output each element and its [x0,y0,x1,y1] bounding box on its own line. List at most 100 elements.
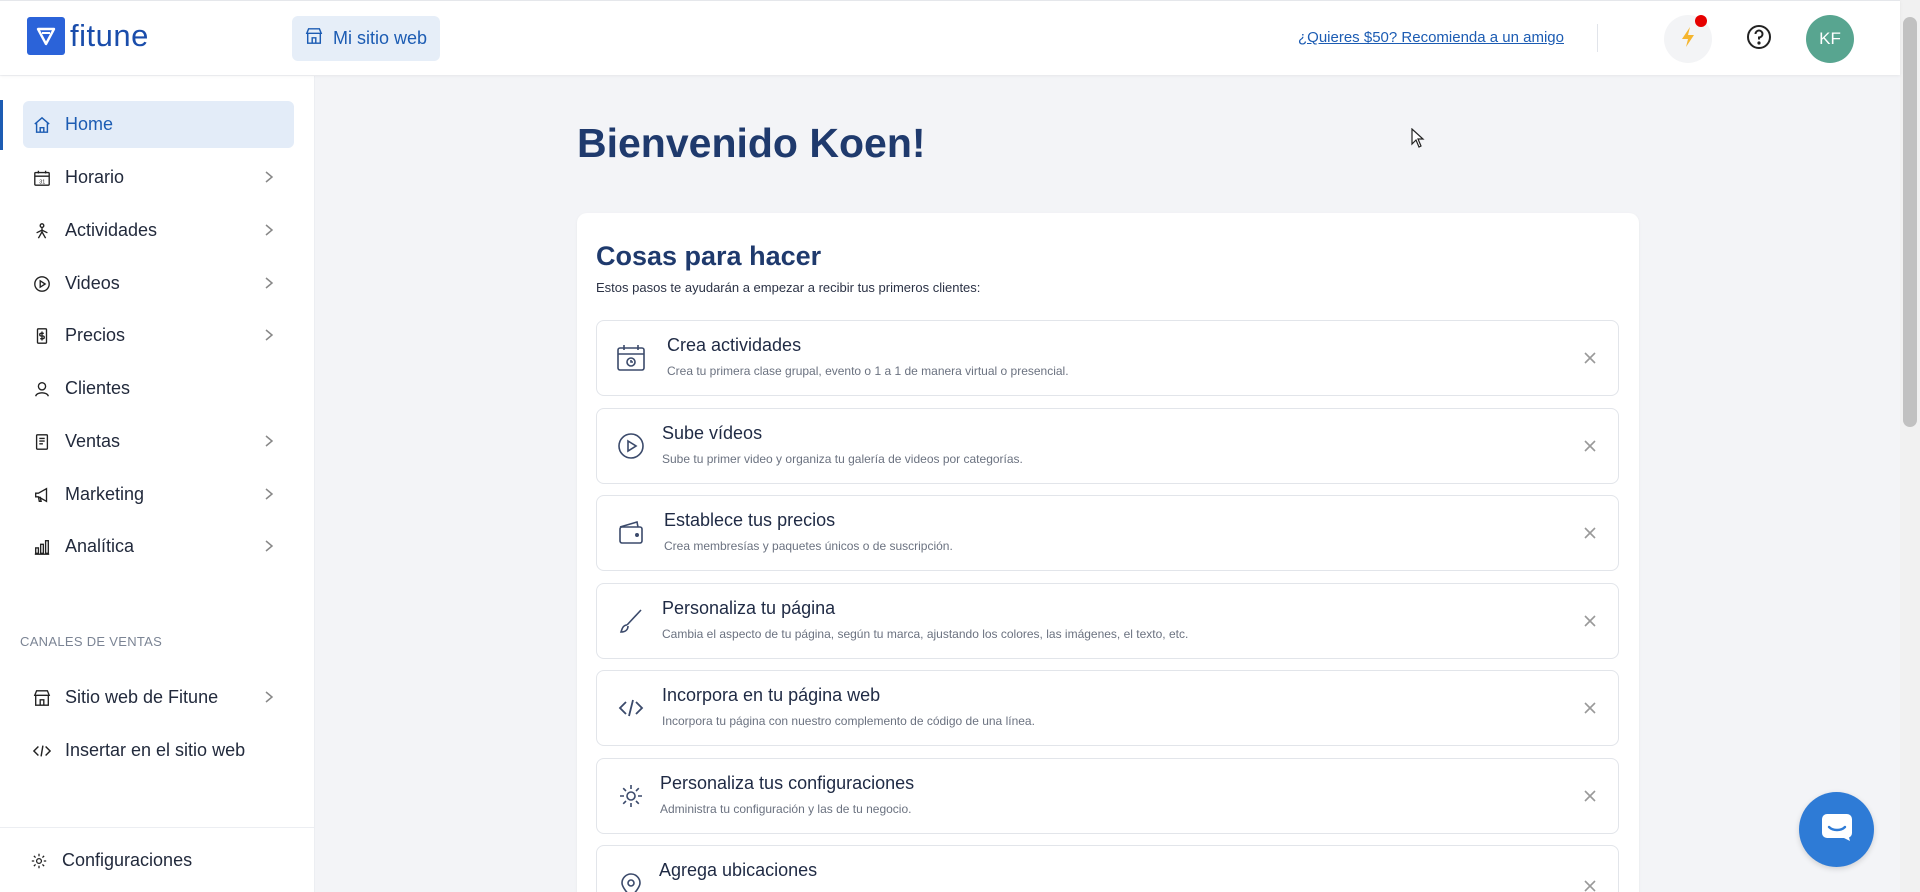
help-button[interactable] [1735,15,1783,63]
sidebar-item-label: Horario [65,167,125,187]
sidebar-item-videos[interactable]: Videos [23,260,294,307]
sidebar-item-precios[interactable]: Precios [23,312,294,359]
close-icon[interactable] [1580,876,1600,892]
close-icon[interactable] [1580,611,1600,631]
gear-icon [29,851,49,871]
sidebar-item-fitune-website[interactable]: Sitio web de Fitune [23,674,294,721]
my-site-button[interactable]: Mi sitio web [292,16,441,61]
task-description: Crea tu primera clase grupal, evento o 1… [667,364,1069,378]
task-description: Crea membresías y paquetes únicos o de s… [664,539,953,553]
sidebar-item-actividades[interactable]: Actividades [23,207,294,254]
sidebar-item-label: Sitio web de Fitune [65,687,219,707]
sidebar-item-embed[interactable]: Insertar en el sitio web [23,727,294,774]
calendar-check-icon [615,342,647,374]
close-icon[interactable] [1580,348,1600,368]
task-description: Sube tu primer video y organiza tu galer… [662,452,1023,466]
sidebar-item-label: Insertar en el sitio web [65,740,246,760]
task-title: Personaliza tu página [662,598,836,618]
sidebar-item-horario[interactable]: 31 Horario [23,154,294,201]
price-tag-icon [32,326,52,346]
sidebar-item-clientes[interactable]: Clientes [23,365,294,412]
chevron-right-icon [264,223,274,242]
sidebar: Home 31 Horario Actividades Videos Preci… [0,76,315,892]
task-create-activities[interactable]: Crea actividades Crea tu primera clase g… [596,320,1619,396]
close-icon[interactable] [1580,698,1600,718]
task-description: Incorpora tu página con nuestro compleme… [662,714,1035,728]
code-icon [32,741,52,761]
todo-card: Cosas para hacer Estos pasos te ayudarán… [577,213,1639,892]
play-circle-icon [615,430,647,462]
sidebar-item-label: Home [65,114,114,134]
sidebar-item-analitica[interactable]: Analítica [23,523,294,570]
sales-channels-heading: CANALES DE VENTAS [20,634,163,649]
chevron-right-icon [264,170,274,189]
task-description: Cambia el aspecto de tu página, según tu… [662,627,1189,641]
task-title: Incorpora en tu página web [662,685,881,705]
sidebar-item-label: Videos [65,273,120,293]
task-customize-page[interactable]: Personaliza tu página Cambia el aspecto … [596,583,1619,659]
task-description: Administra tu configuración y las de tu … [660,802,912,816]
sidebar-item-settings[interactable]: Configuraciones [20,837,291,884]
megaphone-icon [32,485,52,505]
task-embed-website[interactable]: Incorpora en tu página web Incorpora tu … [596,670,1619,746]
sidebar-item-marketing[interactable]: Marketing [23,471,294,518]
task-title: Personaliza tus configuraciones [660,773,915,793]
lightning-icon [1679,26,1697,53]
task-set-prices[interactable]: Establece tus precios Crea membresías y … [596,495,1619,571]
task-title: Agrega ubicaciones [659,860,818,880]
todo-subtitle: Estos pasos te ayudarán a empezar a reci… [596,280,981,295]
chat-launcher-button[interactable] [1799,792,1874,867]
sidebar-item-ventas[interactable]: Ventas [23,418,294,465]
sidebar-item-home[interactable]: Home [23,101,294,148]
close-icon[interactable] [1580,786,1600,806]
home-icon [32,115,52,135]
chat-icon [1820,812,1854,847]
chevron-right-icon [264,276,274,295]
sidebar-divider [0,827,314,828]
sidebar-item-label: Marketing [65,484,145,504]
svg-text:31: 31 [39,179,45,185]
task-title: Sube vídeos [662,423,763,443]
brand-logo[interactable]: fitune [27,17,149,55]
chevron-right-icon [264,690,274,709]
chevron-right-icon [264,539,274,558]
close-icon[interactable] [1580,523,1600,543]
sidebar-item-label: Clientes [65,378,131,398]
chevron-right-icon [264,434,274,453]
chevron-right-icon [264,487,274,506]
whats-new-button[interactable] [1664,15,1712,63]
task-upload-videos[interactable]: Sube vídeos Sube tu primer video y organ… [596,408,1619,484]
todo-title: Cosas para hacer [596,241,822,271]
sidebar-item-label: Actividades [65,220,158,240]
sidebar-item-label: Precios [65,325,126,345]
my-site-label: Mi sitio web [333,28,428,48]
brand-name: fitune [70,18,149,53]
chart-icon [32,537,52,557]
task-customize-settings[interactable]: Personaliza tus configuraciones Administ… [596,758,1619,834]
store-icon [32,688,52,708]
chevron-right-icon [264,328,274,347]
code-icon [615,692,647,724]
avatar-initials: KF [1819,29,1841,48]
wallet-icon [615,517,647,549]
referral-link[interactable]: ¿Quieres $50? Recomienda a un amigo [1298,29,1564,46]
page-title: Bienvenido Koen! [577,120,926,166]
mouse-cursor-icon [1411,127,1425,153]
top-bar: fitune Mi sitio web ¿Quieres $50? Recomi… [0,0,1900,75]
header-divider [1597,24,1598,52]
calendar-icon: 31 [32,168,52,188]
play-icon [32,274,52,294]
users-icon [32,379,52,399]
close-icon[interactable] [1580,436,1600,456]
scrollbar-thumb[interactable] [1903,17,1917,427]
gear-icon [615,780,647,812]
avatar[interactable]: KF [1806,15,1854,63]
location-pin-icon [615,870,647,892]
active-indicator [0,100,3,150]
task-add-locations[interactable]: Agrega ubicaciones [596,845,1619,892]
receipt-icon [32,432,52,452]
store-icon [305,27,323,50]
task-title: Crea actividades [667,335,802,355]
question-icon [1746,24,1772,55]
fitune-logo-icon [27,17,65,55]
